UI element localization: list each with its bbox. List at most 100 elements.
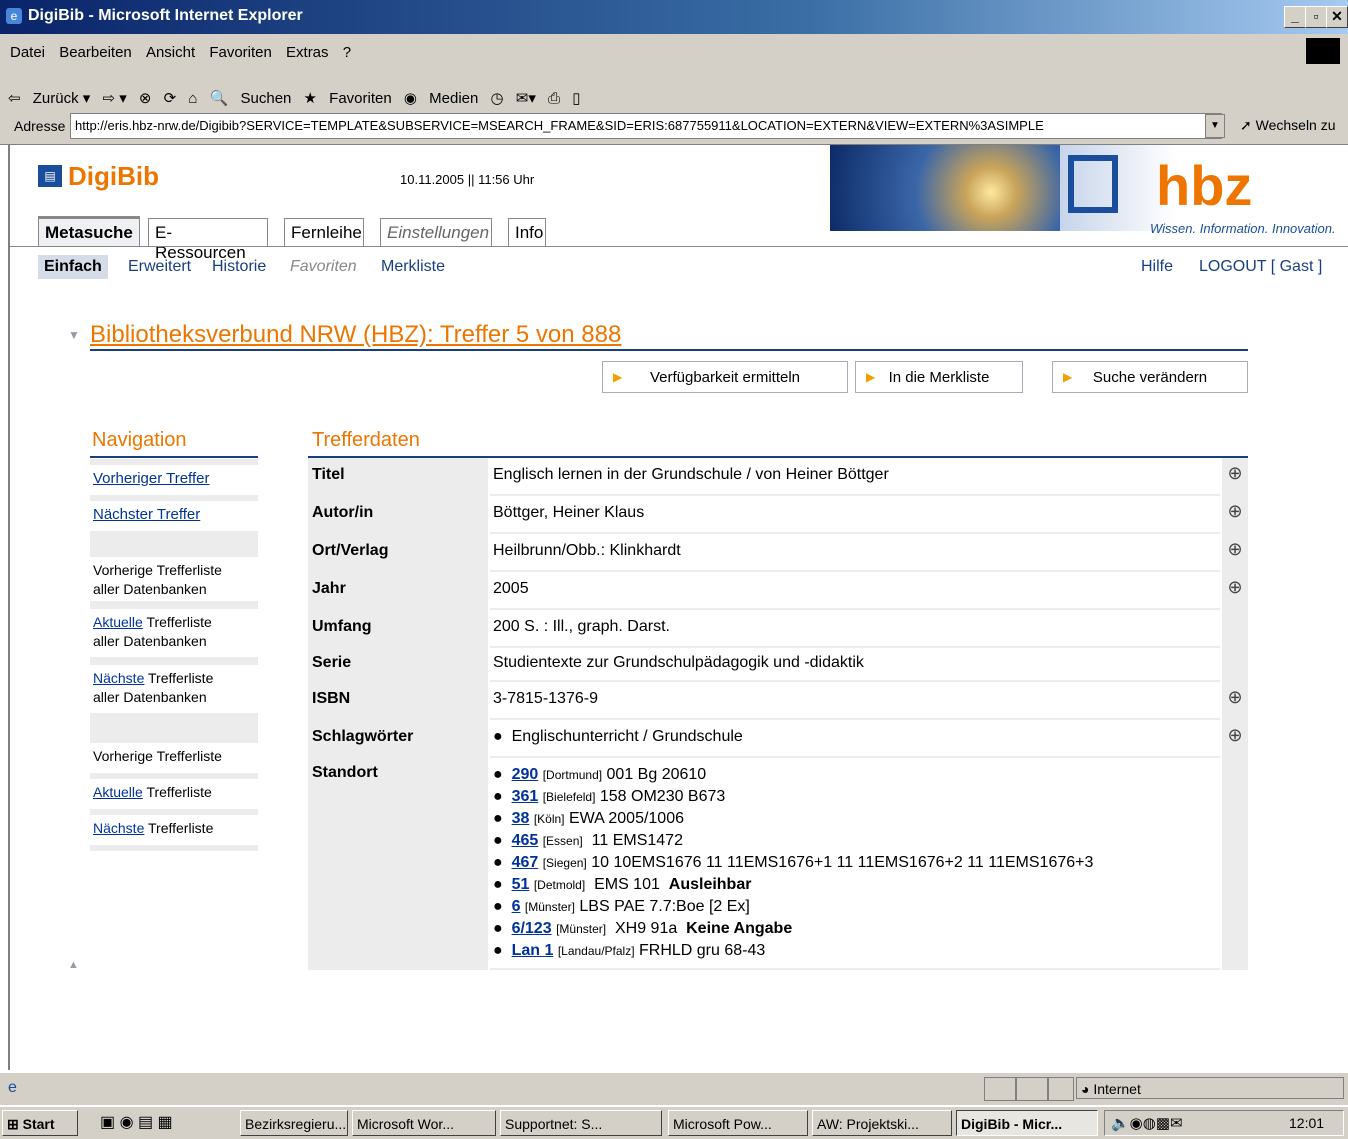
standort-item: ● 6 [Münster] LBS PAE 7.7:Boe [2 Ex] xyxy=(493,898,750,915)
modify-search-button[interactable]: ▶ Suche verändern xyxy=(1052,361,1248,393)
addressbar: Adresse http://eris.hbz-nrw.de/Digibib?S… xyxy=(0,108,1348,145)
next-list-all[interactable]: Nächste Trefferliste aller Datenbanken xyxy=(90,665,258,713)
back-button[interactable]: ⇦ Zurück ▾ xyxy=(8,80,90,107)
refresh-icon[interactable]: ⟳ xyxy=(164,89,177,107)
menu-help[interactable]: ? xyxy=(343,44,351,61)
quicklaunch-icons[interactable]: ▣ ◉ ▤ ▦ xyxy=(100,1112,173,1132)
start-button[interactable]: ⊞ Start xyxy=(2,1110,78,1136)
digibib-logo-icon: ▤ xyxy=(38,165,62,187)
detail-value: Studientexte zur Grundschulpädagogik und… xyxy=(490,648,1220,682)
library-link[interactable]: 467 xyxy=(512,854,539,871)
forward-button[interactable]: ⇨ ▾ xyxy=(102,89,126,107)
next-link[interactable]: Nächste xyxy=(93,670,144,686)
subnav-historie[interactable]: Historie xyxy=(212,258,266,276)
zone-pane: ◕ Internet xyxy=(1076,1077,1344,1099)
logout-link[interactable]: LOGOUT [ Gast ] xyxy=(1199,258,1322,276)
zoom-icon[interactable]: ⊕ xyxy=(1222,534,1248,572)
tab-fernleihe[interactable]: Fernleihe xyxy=(284,218,364,246)
detail-label: Schlagwörter xyxy=(308,720,488,758)
library-place: [Siegen] xyxy=(542,856,587,870)
detail-row-titel: Titel Englisch lernen in der Grundschule… xyxy=(308,458,1248,496)
tab-metasuche[interactable]: Metasuche xyxy=(38,216,140,246)
nav-spacer xyxy=(90,657,258,665)
media-button[interactable]: ◉ Medien xyxy=(404,80,478,107)
library-link[interactable]: 290 xyxy=(512,766,539,783)
zoom-icon[interactable]: ⊕ xyxy=(1222,720,1248,758)
task-powerpoint[interactable]: Microsoft Pow... xyxy=(668,1110,808,1136)
next-link[interactable]: Nächste xyxy=(93,820,144,836)
task-word[interactable]: Microsoft Wor... xyxy=(352,1110,496,1136)
task-supportnet[interactable]: Supportnet: S... xyxy=(500,1110,662,1136)
zoom-icon[interactable]: ⊕ xyxy=(1222,496,1248,534)
nav-spacer xyxy=(90,601,258,609)
library-link[interactable]: 6/123 xyxy=(512,920,552,937)
close-button[interactable]: ✕ xyxy=(1326,6,1348,28)
go-button[interactable]: ➚ Wechseln zu xyxy=(1240,117,1336,134)
menu-extras[interactable]: Extras xyxy=(286,44,329,61)
detail-label: ISBN xyxy=(308,682,488,720)
maximize-button[interactable]: ▫ xyxy=(1305,6,1327,28)
globe-icon: ◕ xyxy=(1081,1081,1090,1097)
subnav-favoriten[interactable]: Favoriten xyxy=(290,258,357,276)
next-hit-link[interactable]: Nächster Treffer xyxy=(90,501,258,531)
detail-row-ort: Ort/Verlag Heilbrunn/Obb.: Klinkhardt ⊕ xyxy=(308,534,1248,572)
task-digibib[interactable]: DigiBib - Micr... xyxy=(956,1110,1098,1136)
go-label: Wechseln zu xyxy=(1255,117,1336,133)
zoom-icon[interactable]: ⊕ xyxy=(1222,458,1248,496)
datetime: 10.11.2005 || 11:56 Uhr xyxy=(400,172,535,187)
home-icon[interactable]: ⌂ xyxy=(188,90,197,107)
library-link[interactable]: 465 xyxy=(512,832,539,849)
all-db-label: aller Datenbanken xyxy=(93,581,207,597)
keyword-link[interactable]: Englischunterricht / Grundschule xyxy=(512,728,743,745)
tray-icons[interactable]: 🔈◉◍▩✉ xyxy=(1111,1114,1183,1132)
edit-icon[interactable]: ▯ xyxy=(572,89,580,107)
menu-bearbeiten[interactable]: Bearbeiten xyxy=(59,44,132,61)
current-link[interactable]: Aktuelle xyxy=(93,614,143,630)
minimize-button[interactable]: _ xyxy=(1284,6,1306,28)
availability-button[interactable]: ▶ Verfügbarkeit ermitteln xyxy=(602,361,848,393)
subnav-erweitert[interactable]: Erweitert xyxy=(128,258,191,276)
library-link[interactable]: 361 xyxy=(512,788,539,805)
subnav-merkliste[interactable]: Merkliste xyxy=(381,258,445,276)
print-icon[interactable]: ⎙ xyxy=(548,90,560,107)
menu-favoriten[interactable]: Favoriten xyxy=(209,44,272,61)
current-list-all[interactable]: Aktuelle Trefferliste aller Datenbanken xyxy=(90,609,258,657)
prev-hit-link[interactable]: Vorheriger Treffer xyxy=(90,465,258,495)
zoom-icon[interactable]: ⊕ xyxy=(1222,572,1248,610)
prev-list-label: Vorherige Trefferliste xyxy=(93,748,222,764)
menu-ansicht[interactable]: Ansicht xyxy=(146,44,195,61)
task-bezirksregierung[interactable]: Bezirksregieru... xyxy=(240,1110,348,1136)
search-button[interactable]: 🔍 Suchen xyxy=(210,80,292,107)
library-link[interactable]: 6 xyxy=(512,898,521,915)
stop-icon[interactable]: ⊗ xyxy=(139,89,152,107)
detail-label: Ort/Verlag xyxy=(308,534,488,572)
library-link[interactable]: 38 xyxy=(512,810,530,827)
collapse-arrow-icon[interactable]: ▼ xyxy=(68,328,80,342)
menu-datei[interactable]: Datei xyxy=(10,44,45,61)
standort-list: ● 290 [Dortmund] 001 Bg 20610 ● 361 [Bie… xyxy=(490,758,1220,970)
tab-e-ressourcen[interactable]: E-Ressourcen xyxy=(148,218,268,262)
tab-info[interactable]: Info xyxy=(508,218,546,246)
shelfmark: 11 EMS1472 xyxy=(591,832,683,849)
mail-icon[interactable]: ✉▾ xyxy=(516,89,536,107)
subnav-einfach[interactable]: Einfach xyxy=(38,255,108,279)
favorites-button[interactable]: ★ Favoriten xyxy=(304,80,392,107)
current-link[interactable]: Aktuelle xyxy=(93,784,143,800)
navigation-heading: Navigation xyxy=(92,429,187,451)
address-input[interactable]: http://eris.hbz-nrw.de/Digibib?SERVICE=T… xyxy=(70,113,1222,139)
task-email[interactable]: AW: Projektski... xyxy=(812,1110,952,1136)
navigation-rule xyxy=(90,456,258,458)
current-list[interactable]: Aktuelle Trefferliste xyxy=(90,779,258,809)
address-dropdown-icon[interactable]: ▼ xyxy=(1205,114,1225,138)
add-merkliste-button[interactable]: ▶ In die Merkliste xyxy=(855,361,1023,393)
tab-einstellungen[interactable]: Einstellungen xyxy=(380,218,492,246)
library-link[interactable]: Lan 1 xyxy=(512,942,554,959)
zoom-cell xyxy=(1222,610,1248,648)
page-title: Bibliotheksverbund NRW (HBZ): Treffer 5 … xyxy=(90,321,622,348)
help-link[interactable]: Hilfe xyxy=(1141,258,1173,276)
next-list[interactable]: Nächste Trefferliste xyxy=(90,815,258,845)
library-link[interactable]: 51 xyxy=(512,876,530,893)
scroll-top-icon[interactable]: ▲ xyxy=(68,959,79,971)
history-icon[interactable]: ◷ xyxy=(491,89,504,107)
zoom-icon[interactable]: ⊕ xyxy=(1222,682,1248,720)
